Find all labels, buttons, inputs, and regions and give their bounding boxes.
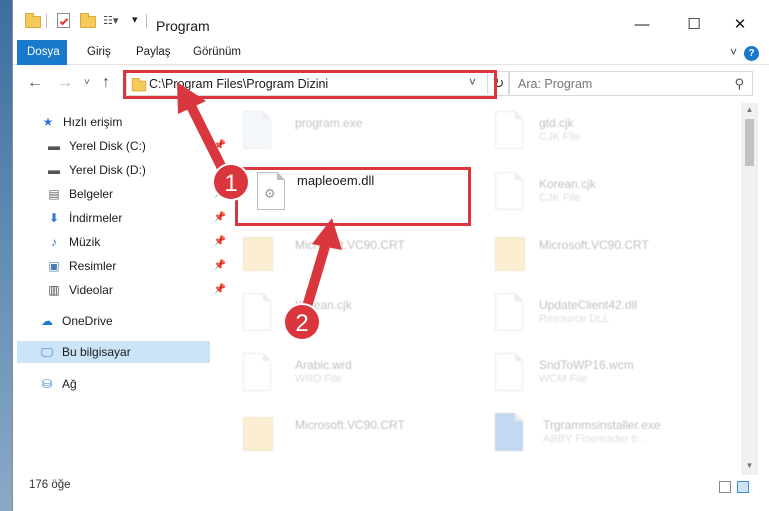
sidebar-item-pictures[interactable]: ▣ Resimler 📌 bbox=[29, 255, 226, 277]
pin-icon[interactable]: 📌 bbox=[214, 207, 226, 229]
list-item[interactable]: Korean.cjk CJK File bbox=[487, 166, 737, 222]
title-divider bbox=[146, 14, 147, 28]
sidebar-item-network[interactable]: ⛁ Ağ bbox=[29, 373, 226, 395]
pin-icon[interactable]: 📌 bbox=[214, 279, 226, 301]
drive-icon: ▬ bbox=[48, 163, 60, 177]
search-input[interactable]: Ara: Program bbox=[518, 77, 592, 91]
list-item[interactable]: Arabic.wrd WRD File bbox=[235, 347, 485, 403]
sidebar-item-this-pc[interactable]: 🖵 Bu bilgisayar bbox=[17, 341, 210, 363]
search-icon[interactable]: ⚲ bbox=[734, 76, 744, 92]
recent-locations-icon[interactable]: ˅ bbox=[84, 77, 90, 88]
star-icon: ★ bbox=[42, 115, 54, 129]
ribbon-expand-icon[interactable]: ˅ bbox=[730, 45, 737, 59]
video-icon: ▥ bbox=[48, 283, 60, 297]
item-count: 176 öğe bbox=[29, 479, 71, 491]
navigation-pane: ★ Hızlı erişim ▬ Yerel Disk (C:) 📌 ▬ Yer… bbox=[13, 103, 226, 448]
tab-share[interactable]: Paylaş bbox=[126, 40, 181, 65]
list-item[interactable]: gtd.cjk CJK File bbox=[487, 105, 737, 161]
sidebar-item-local-disk-c[interactable]: ▬ Yerel Disk (C:) 📌 bbox=[29, 135, 226, 157]
picture-icon: ▣ bbox=[48, 259, 60, 273]
tab-home[interactable]: Giriş bbox=[77, 40, 121, 65]
up-arrow-icon[interactable]: ↑ bbox=[102, 74, 110, 92]
status-bar: 176 öğe bbox=[13, 475, 769, 499]
help-icon[interactable]: ? bbox=[744, 46, 759, 61]
file-icon bbox=[495, 111, 525, 151]
window-title: Program bbox=[156, 18, 210, 34]
ribbon-tabs: Dosya Giriş Paylaş Görünüm ˅ ? bbox=[13, 40, 769, 65]
document-icon: ▤ bbox=[48, 187, 60, 201]
toolbar-divider bbox=[46, 14, 47, 28]
file-icon bbox=[243, 293, 273, 333]
sidebar-item-downloads[interactable]: ⬇ İndirmeler 📌 bbox=[29, 207, 226, 229]
list-item[interactable]: Microsoft.VC90.CRT bbox=[235, 407, 485, 463]
application-icon bbox=[243, 111, 273, 151]
large-icons-view-icon[interactable] bbox=[737, 481, 749, 493]
folder-icon bbox=[243, 233, 273, 273]
sidebar-item-onedrive[interactable]: ☁ OneDrive bbox=[29, 310, 226, 332]
application-icon bbox=[495, 413, 525, 453]
list-item[interactable]: program.exe bbox=[235, 105, 485, 161]
pin-icon[interactable]: 📌 bbox=[214, 183, 226, 205]
title-bar: ☷▾ ▾ Program — ☐ ✕ bbox=[13, 0, 769, 40]
network-icon: ⛁ bbox=[41, 377, 53, 391]
search-box[interactable]: Ara: Program ⚲ bbox=[509, 71, 753, 96]
drive-icon: ▬ bbox=[48, 139, 60, 153]
list-item[interactable]: Microsoft.VC90.CRT bbox=[487, 227, 737, 283]
folder-icon bbox=[243, 413, 273, 453]
pin-icon[interactable]: 📌 bbox=[214, 135, 226, 157]
tab-view[interactable]: Görünüm bbox=[183, 40, 251, 65]
minimize-button[interactable]: — bbox=[619, 12, 665, 38]
tab-file[interactable]: Dosya bbox=[17, 40, 67, 65]
file-highlight bbox=[235, 167, 471, 226]
pin-icon[interactable]: 📌 bbox=[214, 231, 226, 253]
cloud-icon: ☁ bbox=[41, 314, 53, 328]
computer-icon: 🖵 bbox=[41, 345, 53, 359]
customize-toolbar-icon[interactable]: ☷▾ bbox=[103, 14, 118, 32]
properties-icon[interactable] bbox=[57, 12, 70, 30]
vertical-scrollbar[interactable]: ▲ ▼ bbox=[741, 103, 758, 475]
file-icon bbox=[495, 293, 525, 333]
sidebar-item-quick-access[interactable]: ★ Hızlı erişim bbox=[29, 111, 226, 133]
pin-icon[interactable]: 📌 bbox=[214, 255, 226, 277]
file-icon bbox=[495, 172, 525, 212]
sidebar-item-documents[interactable]: ▤ Belgeler 📌 bbox=[29, 183, 226, 205]
address-bar-highlight bbox=[123, 70, 497, 99]
scroll-up-icon[interactable]: ▲ bbox=[741, 105, 758, 114]
pin-icon[interactable]: 📌 bbox=[214, 159, 226, 181]
scroll-thumb[interactable] bbox=[745, 119, 754, 166]
list-item[interactable]: SndToWP16.wcm WCM File bbox=[487, 347, 737, 403]
list-item[interactable]: Microsoft.VC90.CRT bbox=[235, 227, 485, 283]
file-icon bbox=[243, 353, 273, 393]
forward-arrow-icon[interactable]: → bbox=[57, 74, 73, 92]
sidebar-item-local-disk-d[interactable]: ▬ Yerel Disk (D:) 📌 bbox=[29, 159, 226, 181]
sidebar-item-music[interactable]: ♪ Müzik 📌 bbox=[29, 231, 226, 253]
list-item[interactable]: Trgrammsinstaller.exe ABBY Finereader tr… bbox=[487, 407, 737, 463]
file-icon bbox=[495, 353, 525, 393]
back-arrow-icon[interactable]: ← bbox=[27, 74, 43, 92]
chevron-down-icon[interactable]: ▾ bbox=[132, 13, 138, 31]
download-icon: ⬇ bbox=[48, 211, 60, 225]
details-view-icon[interactable] bbox=[719, 481, 731, 493]
scroll-down-icon[interactable]: ▼ bbox=[741, 461, 758, 470]
music-icon: ♪ bbox=[51, 235, 57, 249]
maximize-button[interactable]: ☐ bbox=[671, 12, 717, 38]
close-button[interactable]: ✕ bbox=[717, 12, 763, 38]
list-item[interactable]: Korean.cjk bbox=[235, 287, 485, 343]
list-item[interactable]: UpdateClient42.dll Resource DLL bbox=[487, 287, 737, 343]
sidebar-item-videos[interactable]: ▥ Videolar 📌 bbox=[29, 279, 226, 301]
file-list: program.exe gtd.cjk CJK File ⚙ mapleoem.… bbox=[235, 103, 753, 463]
folder-icon bbox=[495, 233, 525, 273]
